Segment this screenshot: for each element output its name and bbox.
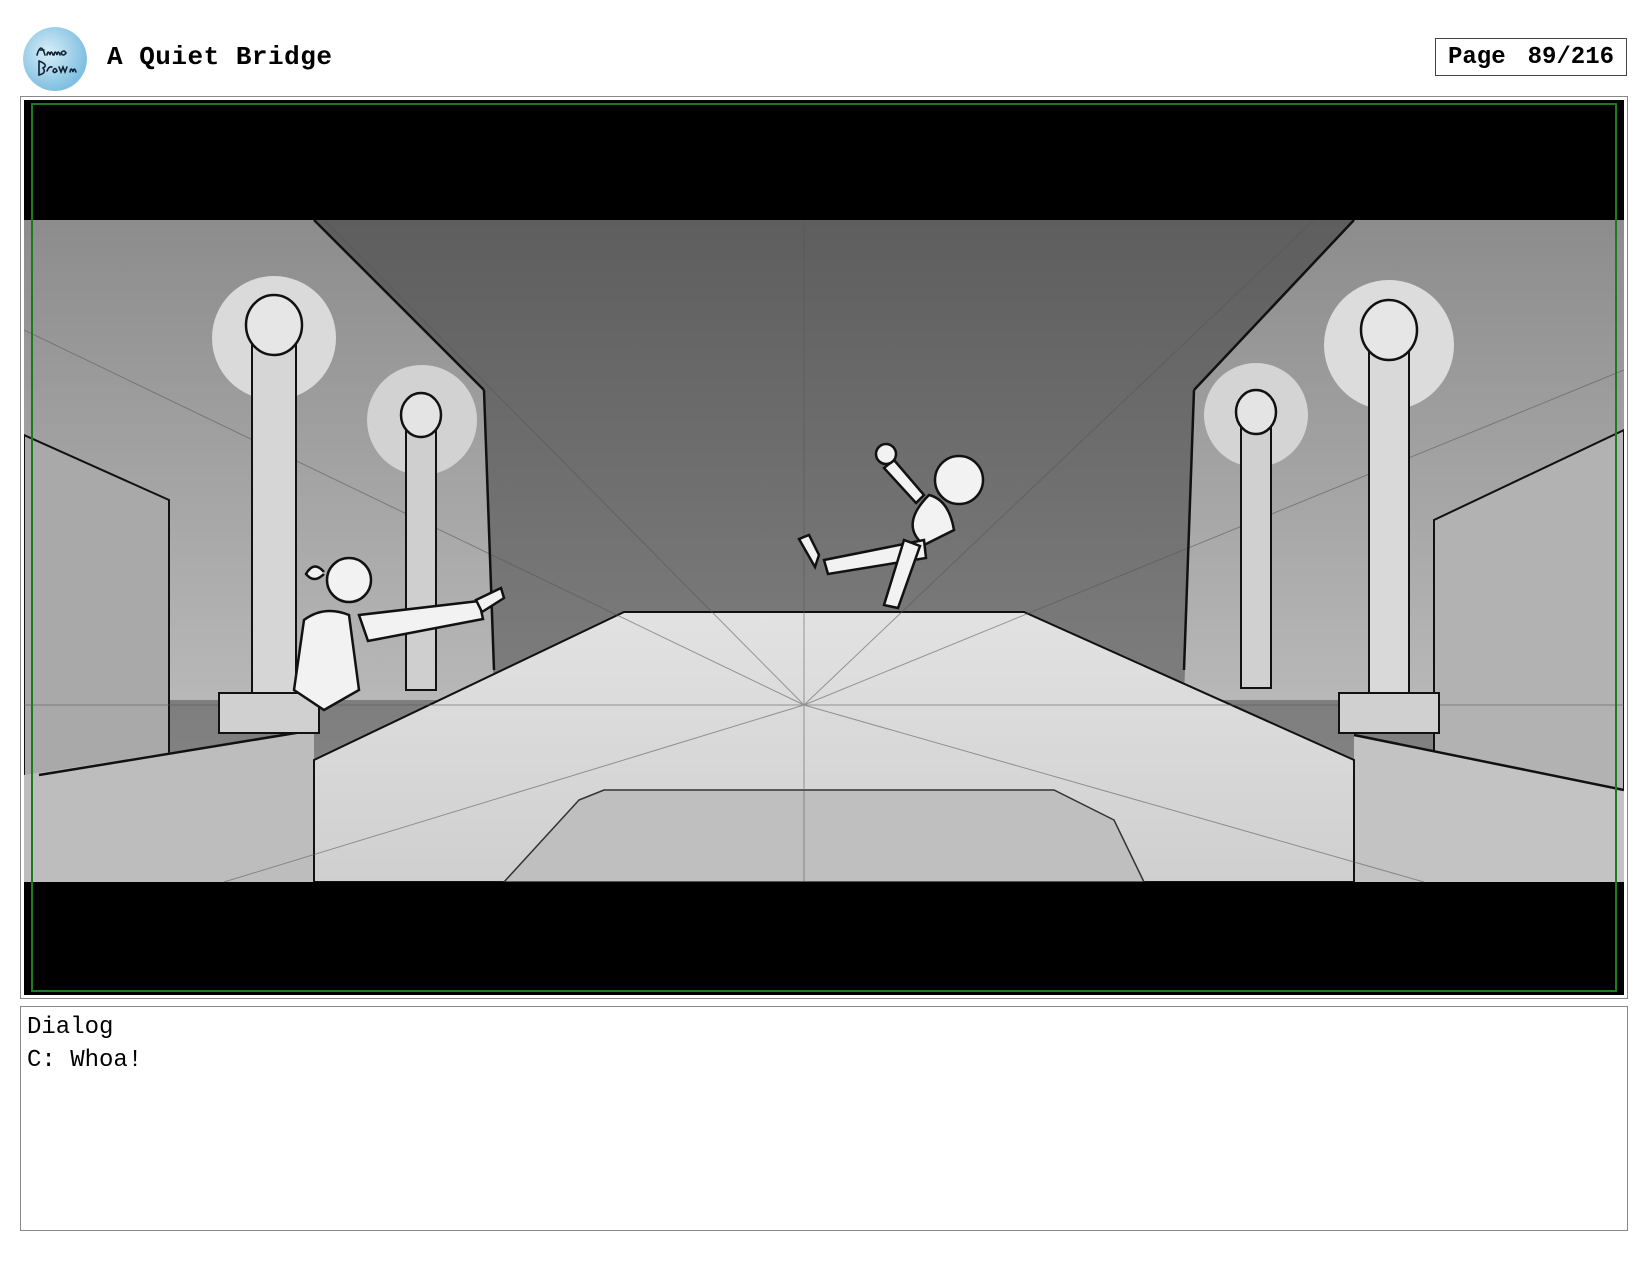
page-indicator: Page 89/216 xyxy=(1435,38,1627,76)
page-label: Page xyxy=(1447,43,1506,71)
dialog-line: C: Whoa! xyxy=(27,1047,143,1074)
dialog-heading: Dialog xyxy=(27,1014,114,1041)
scene-area xyxy=(23,219,1625,883)
artist-logo xyxy=(23,27,87,91)
scene-title: A Quiet Bridge xyxy=(107,42,333,72)
storyboard-panel-image xyxy=(23,100,1625,995)
page-number: 89/216 xyxy=(1527,43,1615,71)
dialog-box: Dialog C: Whoa! xyxy=(20,1006,1628,1231)
